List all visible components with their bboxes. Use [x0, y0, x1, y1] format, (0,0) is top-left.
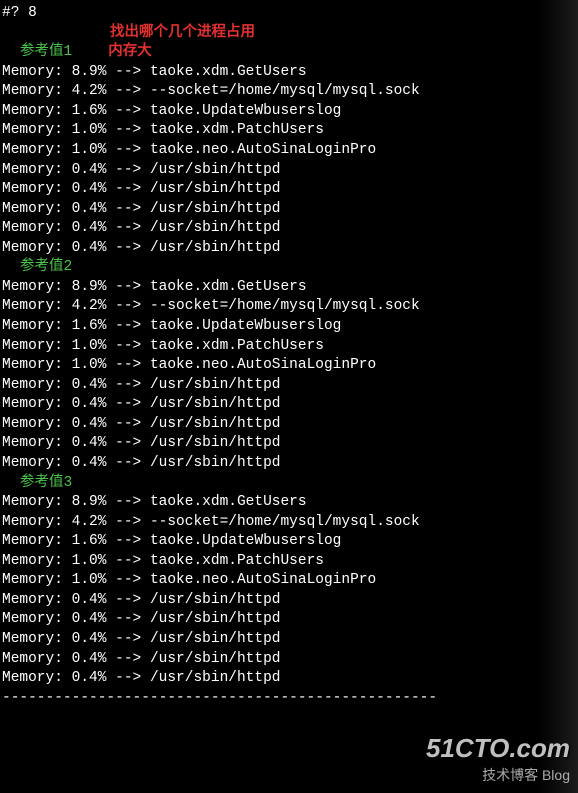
mem-row: Memory: 1.0% --> taoke.xdm.PatchUsers: [2, 337, 576, 357]
mem-row: Memory: 0.4% --> /usr/sbin/httpd: [2, 669, 576, 689]
mem-row: Memory: 0.4% --> /usr/sbin/httpd: [2, 415, 576, 435]
title-text-2: 内存大: [72, 44, 152, 60]
mem-row: Memory: 0.4% --> /usr/sbin/httpd: [2, 454, 576, 474]
section-2-label: 参考值2: [2, 258, 576, 278]
mem-row: Memory: 8.9% --> taoke.xdm.GetUsers: [2, 63, 576, 83]
mem-row: Memory: 1.6% --> taoke.UpdateWbuserslog: [2, 102, 576, 122]
mem-row: Memory: 1.0% --> taoke.neo.AutoSinaLogin…: [2, 141, 576, 161]
section-1-label: 参考值1: [2, 44, 72, 60]
mem-row: Memory: 1.6% --> taoke.UpdateWbuserslog: [2, 317, 576, 337]
title-line-1: 找出哪个几个进程占用: [2, 24, 576, 44]
mem-row: Memory: 8.9% --> taoke.xdm.GetUsers: [2, 278, 576, 298]
title-text-1: 找出哪个几个进程占用: [110, 25, 255, 41]
mem-row: Memory: 4.2% --> --socket=/home/mysql/my…: [2, 82, 576, 102]
section-1-rows: Memory: 8.9% --> taoke.xdm.GetUsers Memo…: [2, 63, 576, 259]
section-2-rows: Memory: 8.9% --> taoke.xdm.GetUsers Memo…: [2, 278, 576, 474]
mem-row: Memory: 0.4% --> /usr/sbin/httpd: [2, 434, 576, 454]
section-3-label: 参考值3: [2, 474, 576, 494]
section-3-rows: Memory: 8.9% --> taoke.xdm.GetUsers Memo…: [2, 493, 576, 689]
watermark-sub: 技术博客 Blog: [426, 766, 570, 785]
mem-row: Memory: 0.4% --> /usr/sbin/httpd: [2, 630, 576, 650]
mem-row: Memory: 0.4% --> /usr/sbin/httpd: [2, 180, 576, 200]
mem-row: Memory: 1.0% --> taoke.xdm.PatchUsers: [2, 552, 576, 572]
mem-row: Memory: 0.4% --> /usr/sbin/httpd: [2, 219, 576, 239]
terminal-output: #? 8 找出哪个几个进程占用 参考值1内存大 Memory: 8.9% -->…: [2, 4, 576, 708]
mem-row: Memory: 0.4% --> /usr/sbin/httpd: [2, 591, 576, 611]
watermark: 51CTO.com 技术博客 Blog: [426, 731, 570, 785]
mem-row: Memory: 0.4% --> /usr/sbin/httpd: [2, 610, 576, 630]
mem-row: Memory: 4.2% --> --socket=/home/mysql/my…: [2, 513, 576, 533]
mem-row: Memory: 0.4% --> /usr/sbin/httpd: [2, 200, 576, 220]
shell-prompt: #? 8: [2, 4, 576, 24]
mem-row: Memory: 0.4% --> /usr/sbin/httpd: [2, 376, 576, 396]
mem-row: Memory: 0.4% --> /usr/sbin/httpd: [2, 239, 576, 259]
mem-row: Memory: 0.4% --> /usr/sbin/httpd: [2, 395, 576, 415]
mem-row: Memory: 1.0% --> taoke.xdm.PatchUsers: [2, 121, 576, 141]
section-1-header-row: 参考值1内存大: [2, 43, 576, 63]
mem-row: Memory: 0.4% --> /usr/sbin/httpd: [2, 161, 576, 181]
watermark-brand: 51CTO.com: [426, 731, 570, 766]
divider-line: ----------------------------------------…: [2, 689, 576, 709]
mem-row: Memory: 1.0% --> taoke.neo.AutoSinaLogin…: [2, 571, 576, 591]
mem-row: Memory: 1.0% --> taoke.neo.AutoSinaLogin…: [2, 356, 576, 376]
mem-row: Memory: 4.2% --> --socket=/home/mysql/my…: [2, 297, 576, 317]
mem-row: Memory: 0.4% --> /usr/sbin/httpd: [2, 650, 576, 670]
prompt-text: #? 8: [2, 5, 37, 21]
mem-row: Memory: 8.9% --> taoke.xdm.GetUsers: [2, 493, 576, 513]
mem-row: Memory: 1.6% --> taoke.UpdateWbuserslog: [2, 532, 576, 552]
